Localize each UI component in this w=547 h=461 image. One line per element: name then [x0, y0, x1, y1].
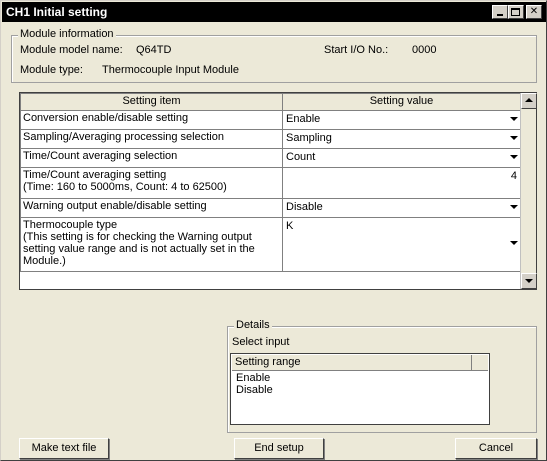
minimize-icon — [497, 14, 503, 16]
title-bar[interactable]: CH1 Initial setting ✕ — [2, 2, 546, 22]
dropdown-arrow-icon[interactable] — [509, 152, 519, 162]
make-text-file-button[interactable]: Make text file — [19, 438, 109, 459]
module-model-value: Q64TD — [136, 44, 172, 56]
window-title: CH1 Initial setting — [6, 5, 108, 19]
setting-value-text: 4 — [510, 170, 517, 182]
module-model-label: Module model name: — [20, 44, 123, 56]
table-header-row: Setting item Setting value — [20, 93, 521, 111]
sampling-averaging-select[interactable]: Sampling — [282, 129, 521, 149]
thermocouple-type-select[interactable]: K — [282, 217, 521, 272]
setting-item-cell: Thermocouple type (This setting is for c… — [20, 217, 283, 272]
scroll-down-arrow-icon[interactable] — [521, 273, 537, 289]
setting-item-cell: Time/Count averaging selection — [20, 148, 283, 168]
close-icon: ✕ — [529, 6, 539, 17]
table-row: Sampling/Averaging processing selection … — [20, 129, 521, 149]
dropdown-arrow-icon[interactable] — [509, 133, 519, 143]
setting-value-text: Sampling — [286, 132, 332, 144]
table-row: Time/Count averaging setting (Time: 160 … — [20, 167, 521, 199]
setting-value-text: K — [286, 220, 294, 232]
details-legend: Details — [234, 319, 272, 331]
settings-grid: Setting item Setting value Conversion en… — [19, 92, 537, 290]
table-row: Thermocouple type (This setting is for c… — [20, 217, 521, 272]
maximize-button[interactable] — [508, 5, 524, 19]
dropdown-arrow-icon[interactable] — [509, 114, 519, 124]
table-row: Warning output enable/disable setting Di… — [20, 198, 521, 218]
scroll-up-arrow-icon[interactable] — [521, 93, 537, 109]
setting-item-cell: Sampling/Averaging processing selection — [20, 129, 283, 149]
module-type-label: Module type: — [20, 64, 83, 76]
setting-item-cell: Time/Count averaging setting (Time: 160 … — [20, 167, 283, 199]
start-io-label: Start I/O No.: — [324, 44, 389, 56]
minimize-button[interactable] — [492, 5, 508, 19]
end-setup-button[interactable]: End setup — [234, 438, 324, 459]
setting-item-cell: Warning output enable/disable setting — [20, 198, 283, 218]
setting-value-header: Setting value — [282, 93, 521, 111]
setting-value-text: Count — [286, 151, 316, 163]
averaging-setting-input[interactable]: 4 — [282, 167, 521, 199]
details-group: Details Select input Setting range Enabl… — [227, 319, 537, 433]
cancel-button[interactable]: Cancel — [455, 438, 537, 459]
setting-range-list[interactable]: Setting range Enable Disable — [230, 353, 490, 425]
grid-scrollbar[interactable] — [520, 93, 537, 289]
list-item[interactable]: Enable — [236, 372, 270, 384]
close-button[interactable]: ✕ — [526, 5, 542, 19]
dropdown-arrow-icon[interactable] — [509, 202, 519, 212]
module-type-value: Thermocouple Input Module — [102, 64, 239, 76]
select-input-label: Select input — [232, 336, 290, 348]
table-row: Conversion enable/disable setting Enable — [20, 110, 521, 130]
setting-value-text: Disable — [286, 201, 323, 213]
initial-setting-window: CH1 Initial setting ✕ Module information… — [0, 0, 547, 461]
setting-item-cell: Conversion enable/disable setting — [20, 110, 283, 130]
time-count-averaging-select[interactable]: Count — [282, 148, 521, 168]
setting-value-text: Enable — [286, 113, 321, 125]
table-row: Time/Count averaging selection Count — [20, 148, 521, 168]
conversion-enable-select[interactable]: Enable — [282, 110, 521, 130]
module-information-legend: Module information — [18, 28, 116, 40]
dropdown-arrow-icon[interactable] — [509, 238, 519, 248]
list-header: Setting range — [232, 355, 488, 371]
settings-table: Setting item Setting value Conversion en… — [20, 93, 521, 272]
setting-range-header[interactable]: Setting range — [232, 355, 472, 370]
warning-output-select[interactable]: Disable — [282, 198, 521, 218]
list-item[interactable]: Disable — [236, 384, 273, 396]
module-information-group: Module information Module model name: Q6… — [11, 28, 537, 83]
maximize-icon — [511, 8, 520, 16]
start-io-value: 0000 — [412, 44, 437, 56]
setting-item-header: Setting item — [20, 93, 283, 111]
